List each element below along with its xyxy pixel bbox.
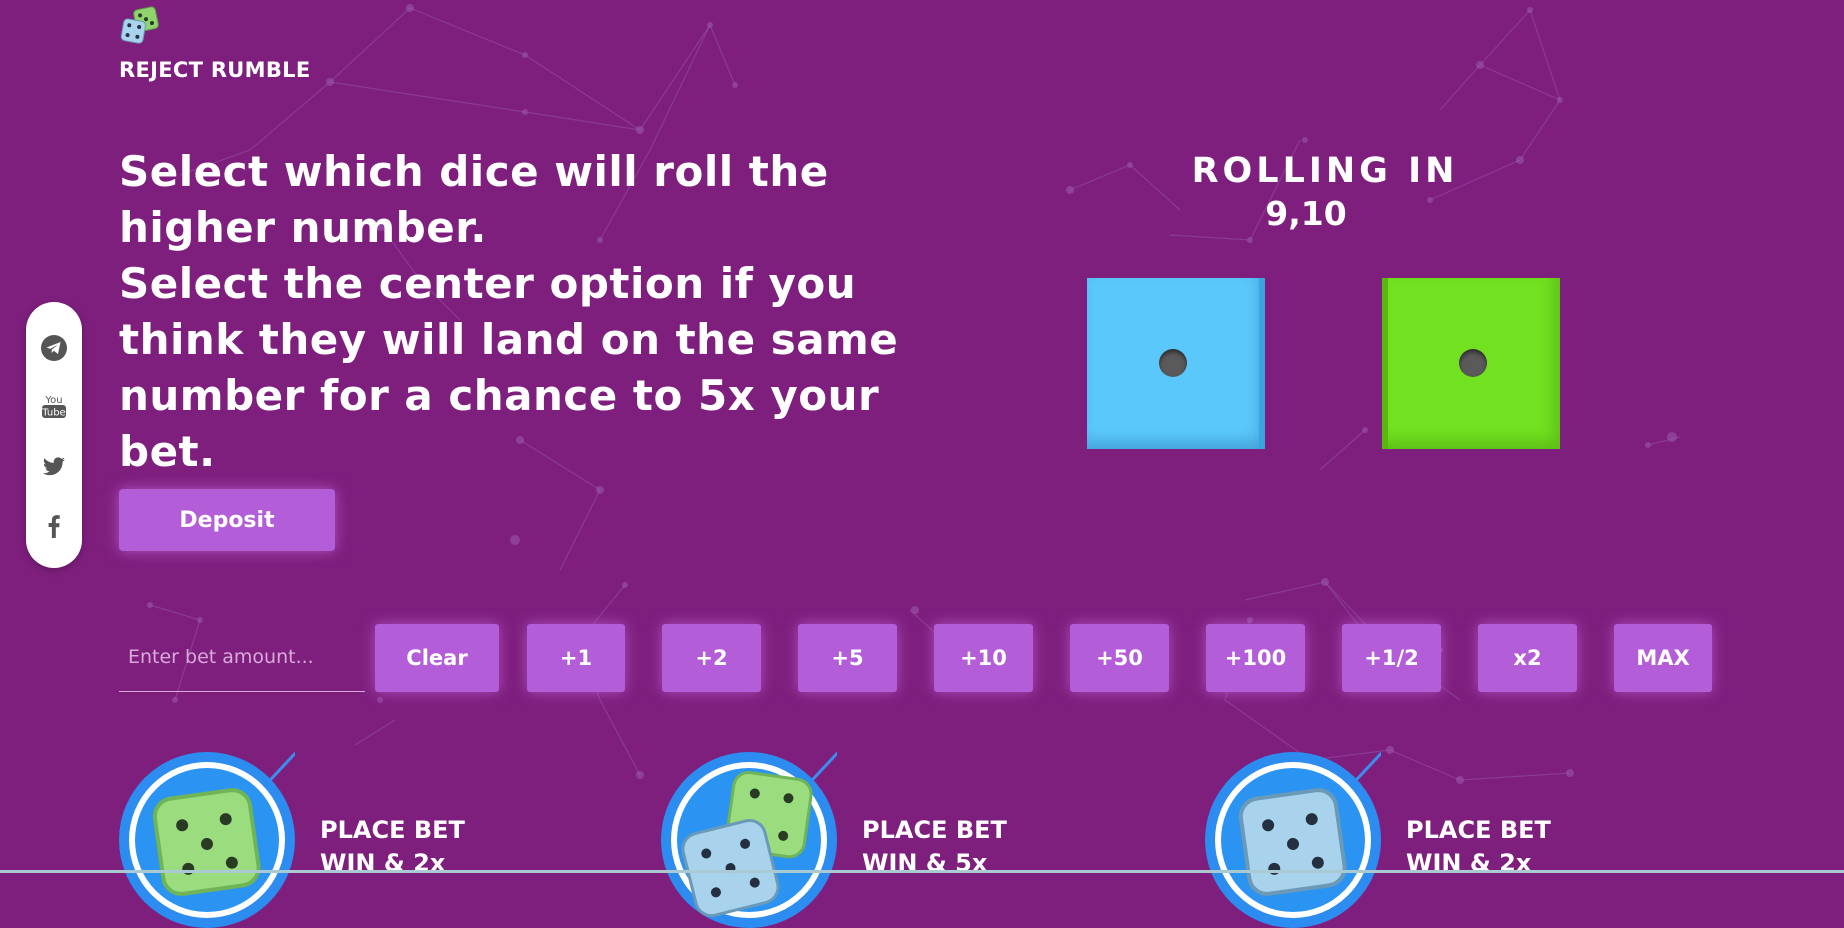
instruction-line-1: Select which dice will roll the higher n… <box>119 147 829 252</box>
rolling-label: ROLLING IN <box>1191 151 1459 191</box>
double-bet-button[interactable]: x2 <box>1478 624 1577 692</box>
game-instructions: Select which dice will roll the higher n… <box>119 144 919 480</box>
svg-text:Tube: Tube <box>41 408 65 419</box>
bet-option-payout: WIN & 2x <box>1406 849 1532 877</box>
max-bet-button[interactable]: MAX <box>1614 624 1712 692</box>
add-10-button[interactable]: +10 <box>934 624 1033 692</box>
youtube-icon[interactable]: You Tube <box>40 392 68 420</box>
twitter-icon[interactable] <box>40 452 68 480</box>
add-2-button[interactable]: +2 <box>662 624 761 692</box>
bet-option-title: PLACE BET <box>320 816 465 844</box>
clear-button[interactable]: Clear <box>375 624 499 692</box>
add-5-button[interactable]: +5 <box>798 624 897 692</box>
dice-pair-icon <box>120 6 159 44</box>
rolling-timer: ROLLING IN 9,10 <box>1160 150 1490 236</box>
blue-die-icon <box>1205 752 1381 928</box>
half-bet-button[interactable]: +1/2 <box>1342 624 1441 692</box>
add-50-button[interactable]: +50 <box>1070 624 1169 692</box>
die-edge <box>1382 278 1388 449</box>
add-1-button[interactable]: +1 <box>527 624 625 692</box>
svg-text:You: You <box>44 395 62 406</box>
bet-option-payout: WIN & 5x <box>862 849 988 877</box>
app-title: REJECT RUMBLE <box>119 58 311 82</box>
bet-option-payout: WIN & 2x <box>320 849 446 877</box>
bet-option-center[interactable]: PLACE BET WIN & 5x <box>661 752 1141 928</box>
telegram-icon[interactable] <box>40 334 68 362</box>
die-edge <box>1259 278 1265 449</box>
die-pip <box>1159 349 1187 377</box>
bet-option-title: PLACE BET <box>862 816 1007 844</box>
green-die-icon <box>119 752 295 928</box>
bet-option-right[interactable]: PLACE BET WIN & 2x <box>1205 752 1685 928</box>
bet-amount-field <box>119 627 365 692</box>
facebook-icon[interactable] <box>40 512 68 540</box>
add-100-button[interactable]: +100 <box>1206 624 1305 692</box>
bet-amount-input[interactable] <box>119 627 365 687</box>
green-die <box>1382 278 1560 449</box>
deposit-button[interactable]: Deposit <box>119 489 335 551</box>
bet-option-left[interactable]: PLACE BET WIN & 2x <box>119 752 599 928</box>
instruction-line-2: Select the center option if you think th… <box>119 259 899 476</box>
rolling-countdown: 9,10 <box>1265 194 1347 233</box>
bet-option-title: PLACE BET <box>1406 816 1551 844</box>
die-pip <box>1459 349 1487 377</box>
blue-die <box>1087 278 1265 449</box>
green-and-blue-dice-icon <box>661 752 837 928</box>
social-sidebar: You Tube <box>26 302 82 568</box>
